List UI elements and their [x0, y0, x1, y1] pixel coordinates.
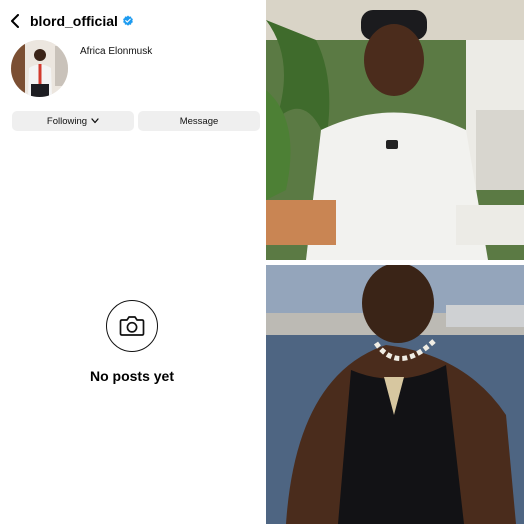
profile-actions: Following Message [12, 111, 260, 131]
following-button[interactable]: Following [12, 111, 134, 131]
following-label: Following [46, 115, 88, 127]
display-name: Africa Elonmusk [80, 46, 153, 57]
chevron-left-icon [11, 14, 19, 28]
empty-posts-state: No posts yet [0, 300, 264, 384]
camera-icon [119, 316, 145, 336]
chevron-down-icon [91, 118, 99, 124]
message-label: Message [179, 115, 219, 127]
profile-header: blord_official [0, 6, 264, 36]
profile-panel: blord_official Africa Elonmusk Following… [0, 0, 264, 526]
no-posts-label: No posts yet [89, 368, 174, 384]
photo-man-black-tank-top [266, 265, 524, 524]
photo-man-white-outfit [266, 0, 524, 260]
verified-badge-icon [123, 15, 133, 26]
camera-icon-circle [106, 300, 158, 352]
username: blord_official [30, 13, 118, 29]
back-button[interactable] [8, 14, 22, 28]
avatar[interactable] [11, 40, 68, 97]
message-button[interactable]: Message [138, 111, 260, 131]
